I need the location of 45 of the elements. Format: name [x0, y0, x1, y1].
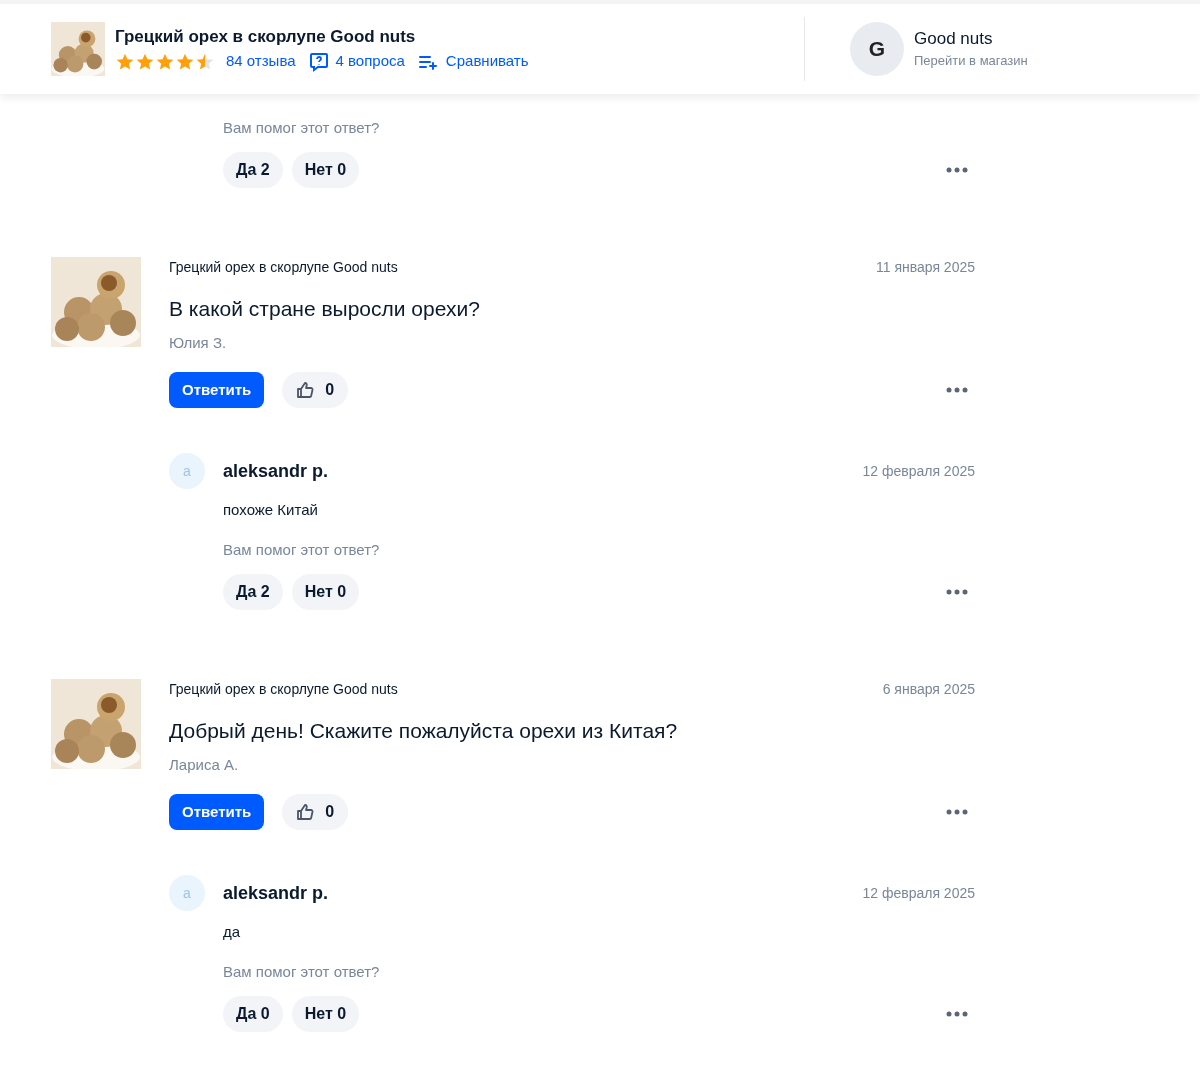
helpful-prompt: Вам помог этот ответ?: [223, 118, 381, 138]
no-button[interactable]: Нет 0: [291, 996, 360, 1032]
answer-text: да: [223, 922, 242, 942]
question-text: Добрый день! Скажите пожалуйста орехи из Китая?: [169, 718, 679, 744]
answer-author: aleksandr p.: [223, 459, 329, 483]
answer-author: aleksandr p.: [223, 881, 329, 905]
more-icon[interactable]: [946, 589, 968, 595]
yes-button[interactable]: Да 2: [223, 574, 283, 610]
question-text: В какой стране выросли орехи?: [169, 296, 481, 322]
compare-list-icon: [418, 53, 439, 70]
no-button[interactable]: Нет 0: [291, 574, 360, 610]
shop-link[interactable]: Перейти в магазин: [914, 51, 1028, 71]
user-avatar: a: [169, 453, 205, 489]
more-icon[interactable]: [946, 387, 968, 393]
question-date: 6 января 2025: [882, 679, 975, 699]
thumbs-up-icon: [296, 803, 315, 821]
reply-button[interactable]: Ответить: [169, 372, 265, 408]
thumbs-up-icon: [296, 381, 315, 399]
helpful-prompt: Вам помог этот ответ?: [223, 962, 381, 982]
more-icon[interactable]: [946, 167, 968, 173]
questions-link[interactable]: 4 вопроса: [335, 50, 405, 73]
shop-avatar[interactable]: G: [850, 22, 904, 76]
helpful-prompt: Вам помог этот ответ?: [223, 540, 381, 560]
yes-button[interactable]: Да 2: [223, 152, 283, 188]
reviews-link[interactable]: 84 отзыва: [226, 50, 296, 73]
shop-name[interactable]: Good nuts: [914, 27, 1028, 52]
compare-link[interactable]: Сравнивать: [445, 50, 529, 73]
product-name[interactable]: Грецкий орех в скорлупе Good nuts: [169, 256, 398, 278]
product-title: Грецкий орех в скорлупе Good nuts: [115, 26, 417, 49]
like-button[interactable]: 0: [282, 372, 349, 408]
more-icon[interactable]: [946, 809, 968, 815]
user-avatar: a: [169, 875, 205, 911]
no-button[interactable]: Нет 0: [291, 152, 360, 188]
reply-button[interactable]: Ответить: [169, 794, 265, 830]
question-date: 11 января 2025: [875, 257, 975, 277]
like-button[interactable]: 0: [282, 794, 349, 830]
product-name[interactable]: Грецкий орех в скорлупе Good nuts: [169, 678, 398, 700]
answer-date: 12 февраля 2025: [862, 461, 975, 481]
answer-text: похоже Китай: [223, 500, 319, 520]
more-icon[interactable]: [946, 1011, 968, 1017]
yes-button[interactable]: Да 0: [223, 996, 283, 1032]
answer-date: 12 февраля 2025: [862, 883, 975, 903]
question-bubble-icon: [308, 51, 329, 72]
question-author: Юлия З.: [169, 333, 228, 353]
question-author: Лариса А.: [169, 755, 240, 775]
